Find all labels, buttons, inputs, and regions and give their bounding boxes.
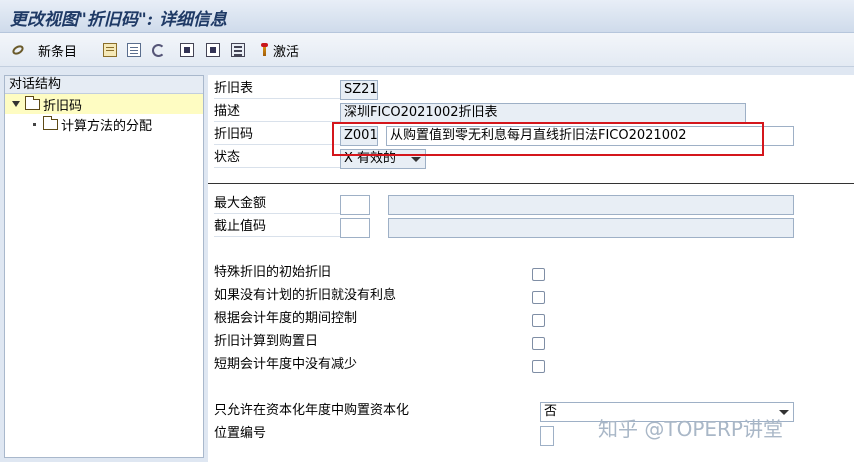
position-number-field[interactable]	[540, 426, 554, 446]
tree-item-depreciation-key[interactable]: 折旧码	[5, 94, 203, 114]
cutoff-text-field	[388, 218, 794, 238]
tree-item-label: 计算方法的分配	[61, 118, 153, 134]
section-divider	[208, 183, 854, 184]
select-all-icon	[180, 43, 194, 57]
max-amount-label: 最大金额	[214, 194, 344, 214]
capitalization-label: 只允许在资本化年度中购置资本化	[214, 403, 410, 418]
undo-button[interactable]	[152, 41, 165, 59]
tree-item-label: 折旧码	[43, 98, 83, 114]
activate-icon	[261, 43, 268, 57]
glasses-icon	[10, 43, 26, 57]
max-amount-field[interactable]	[340, 195, 370, 215]
undo-icon	[152, 43, 165, 57]
folder-open-icon	[25, 95, 40, 110]
toolbar: 新条目 激活	[0, 33, 854, 67]
status-label: 状态	[214, 148, 344, 168]
expand-icon[interactable]	[12, 101, 20, 107]
checkbox-label: 折旧计算到购置日	[214, 334, 319, 349]
highlight-box	[332, 122, 764, 156]
checkbox-no-interest[interactable]	[532, 291, 545, 304]
select-all-button[interactable]	[180, 41, 194, 59]
window-title: 更改视图"折旧码": 详细信息	[10, 10, 227, 30]
deselect-button[interactable]	[231, 41, 245, 59]
checkbox-label: 如果没有计划的折旧就没有利息	[214, 288, 397, 303]
activate-button[interactable]: 激活	[261, 41, 300, 60]
display-change-button[interactable]	[10, 41, 26, 59]
checkbox-label: 短期会计年度中没有减少	[214, 357, 358, 372]
dialog-structure-header: 对话结构	[5, 76, 203, 94]
description-label: 描述	[214, 102, 344, 122]
checkbox-period-control[interactable]	[532, 314, 545, 327]
checkbox-short-year[interactable]	[532, 360, 545, 373]
new-entries-label: 新条目	[38, 44, 78, 60]
key-label: 折旧码	[214, 125, 344, 145]
checkbox-to-acquisition-date[interactable]	[532, 337, 545, 350]
detail-form: 折旧表 SZ21 描述 深圳FICO2021002折旧表 折旧码 Z001 从购…	[208, 75, 854, 462]
checkbox-label: 根据会计年度的期间控制	[214, 311, 358, 326]
copy-button[interactable]	[103, 41, 117, 59]
bullet-icon	[33, 122, 36, 126]
max-amount-text-field	[388, 195, 794, 215]
delete-icon	[127, 43, 141, 57]
activate-label: 激活	[273, 44, 300, 60]
tree-item-method-assignment[interactable]: 计算方法的分配	[5, 114, 203, 134]
checkbox-special-depreciation[interactable]	[532, 268, 545, 281]
title-bar: 更改视图"折旧码": 详细信息	[0, 0, 854, 33]
chevron-down-icon	[411, 157, 421, 162]
dialog-structure-panel: 对话结构 折旧码 计算方法的分配	[4, 75, 204, 458]
description-field: 深圳FICO2021002折旧表	[340, 103, 746, 123]
select-block-button[interactable]	[206, 41, 220, 59]
cutoff-label: 截止值码	[214, 217, 344, 237]
watermark: 知乎 @TOPERP讲堂	[598, 417, 783, 441]
folder-icon	[43, 115, 58, 130]
position-number-label: 位置编号	[214, 426, 267, 441]
copy-icon	[103, 43, 117, 57]
capitalization-value: 否	[544, 404, 558, 419]
cutoff-field[interactable]	[340, 218, 370, 238]
table-label: 折旧表	[214, 79, 344, 99]
delete-button[interactable]	[127, 41, 141, 59]
checkbox-label: 特殊折旧的初始折旧	[214, 265, 332, 280]
new-entries-button[interactable]: 新条目	[38, 41, 78, 60]
select-block-icon	[206, 43, 220, 57]
table-field: SZ21	[340, 80, 378, 100]
deselect-icon	[231, 43, 245, 57]
